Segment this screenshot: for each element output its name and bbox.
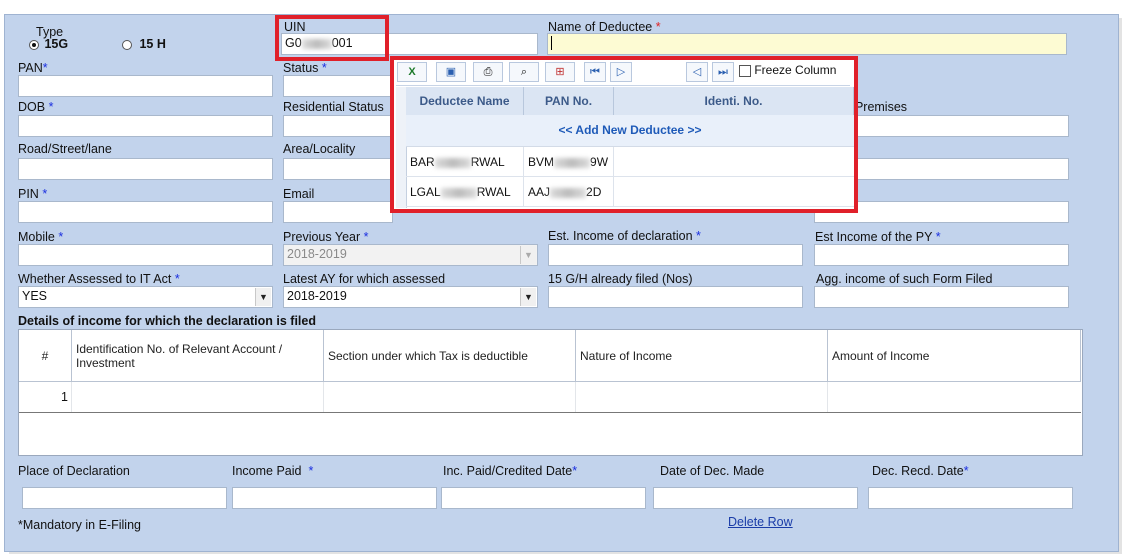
chevron-down-icon: ▼: [520, 288, 536, 306]
status-label: Status *: [283, 61, 327, 75]
assessed-select[interactable]: YES ▼: [18, 286, 273, 308]
col-header-amount: Amount of Income: [828, 330, 1081, 382]
details-heading: Details of income for which the declarat…: [18, 314, 316, 328]
assessed-label: Whether Assessed to IT Act *: [18, 272, 180, 286]
est-income-decl-input[interactable]: [548, 244, 803, 266]
residential-status-label: Residential Status: [283, 100, 384, 114]
radio-15g[interactable]: 15G: [29, 37, 68, 51]
income-paid-label: Income Paid *: [232, 464, 314, 478]
latest-ay-select[interactable]: 2018-2019 ▼: [283, 286, 538, 308]
pin-label: PIN *: [18, 187, 48, 201]
area-label: Area/Locality: [283, 142, 356, 156]
dec-recd-date-label: Dec. Recd. Date*: [872, 464, 969, 478]
cell-nature[interactable]: [576, 382, 828, 412]
est-income-decl-label: Est. Income of declaration *: [548, 229, 701, 243]
filed-nos-input[interactable]: [548, 286, 803, 308]
chevron-down-icon: ▼: [520, 246, 536, 264]
table-row[interactable]: 1: [19, 382, 1081, 413]
agg-income-label: Agg. income of such Form Filed: [816, 272, 993, 286]
previous-year-label: Previous Year *: [283, 230, 369, 244]
inc-paid-date-input[interactable]: [441, 487, 646, 509]
col-header-section: Section under which Tax is deductible: [324, 330, 576, 382]
pan-label: PAN*: [18, 61, 48, 75]
name-of-deductee-input[interactable]: [547, 33, 1067, 55]
cell-identification[interactable]: [72, 382, 324, 412]
radio-15g-label: 15G: [44, 37, 69, 51]
latest-ay-label: Latest AY for which assessed: [283, 272, 446, 286]
col-header-nature: Nature of Income: [576, 330, 828, 382]
income-paid-input[interactable]: [232, 487, 437, 509]
row-number: 1: [19, 382, 72, 412]
filed-nos-label: 15 G/H already filed (Nos): [548, 272, 693, 286]
inc-paid-date-label: Inc. Paid/Credited Date*: [443, 464, 578, 478]
radio-15h-label: 15 H: [139, 37, 166, 51]
date-dec-made-input[interactable]: [653, 487, 858, 509]
previous-year-value: 2018-2019: [287, 247, 347, 261]
pan-input[interactable]: [18, 75, 273, 97]
uin-highlight: [275, 15, 389, 61]
pin-input[interactable]: [18, 201, 273, 223]
status-select[interactable]: [283, 75, 393, 97]
email-label: Email: [283, 187, 315, 201]
dob-input[interactable]: [18, 115, 273, 137]
mobile-input[interactable]: [18, 244, 273, 266]
date-dec-made-label: Date of Dec. Made: [660, 464, 765, 478]
assessed-value: YES: [22, 289, 48, 303]
est-income-py-input[interactable]: [814, 244, 1069, 266]
dec-recd-date-input[interactable]: [868, 487, 1073, 509]
residential-status-select[interactable]: [283, 115, 393, 137]
popup-highlight: [390, 56, 858, 213]
latest-ay-value: 2018-2019: [287, 289, 347, 303]
name-label: Name of Deductee *: [548, 20, 661, 34]
place-input[interactable]: [22, 487, 227, 509]
mobile-label: Mobile *: [18, 230, 64, 244]
email-input[interactable]: [283, 201, 393, 223]
delete-row-link[interactable]: Delete Row: [728, 515, 793, 529]
mandatory-note: *Mandatory in E-Filing: [18, 518, 141, 532]
radio-15h[interactable]: 15 H: [122, 37, 166, 51]
col-header-identification: Identification No. of Relevant Account /…: [72, 330, 324, 382]
road-input[interactable]: [18, 158, 273, 180]
place-label: Place of Declaration: [18, 464, 130, 478]
cell-amount[interactable]: [828, 382, 1081, 412]
radio-15g-dot: [29, 39, 39, 50]
est-income-py-label: Est Income of the PY *: [815, 230, 941, 244]
chevron-down-icon: ▼: [255, 288, 271, 306]
road-label: Road/Street/lane: [18, 142, 112, 156]
previous-year-select[interactable]: 2018-2019 ▼: [283, 244, 538, 266]
area-input[interactable]: [283, 158, 393, 180]
radio-15h-dot: [122, 39, 132, 50]
dob-label: DOB *: [18, 100, 54, 114]
cell-section[interactable]: [324, 382, 576, 412]
agg-income-input[interactable]: [814, 286, 1069, 308]
col-header-num: #: [19, 330, 72, 382]
